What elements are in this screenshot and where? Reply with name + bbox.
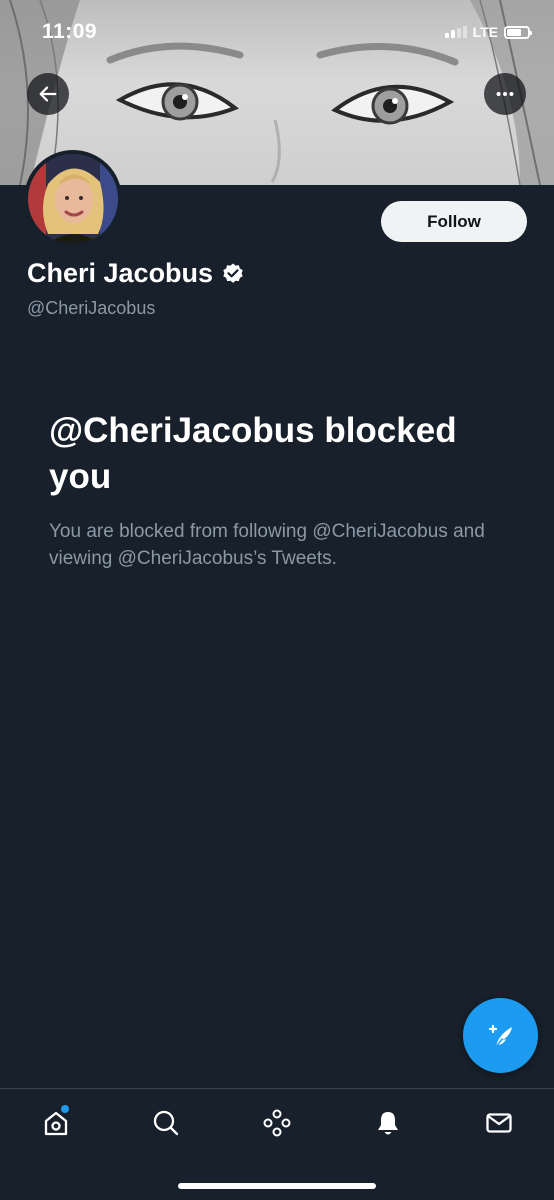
arrow-left-icon: [39, 86, 57, 102]
home-indicator[interactable]: [178, 1183, 376, 1189]
compose-tweet-button[interactable]: [463, 998, 538, 1073]
blocked-title: @CheriJacobus blocked you: [49, 411, 457, 496]
tab-search[interactable]: [146, 1103, 186, 1143]
ellipsis-icon: [496, 91, 514, 97]
signal-icon: [444, 26, 467, 38]
avatar-image: [28, 154, 118, 244]
status-time: 11:09: [42, 20, 98, 43]
verified-badge-icon[interactable]: [221, 262, 245, 286]
profile-avatar[interactable]: [24, 150, 122, 248]
more-options-button[interactable]: [484, 73, 526, 115]
display-name: Cheri Jacobus: [27, 258, 214, 288]
profile-screen: 11:09 LTE Follow Cheri Jacobus @CheriJac…: [0, 0, 554, 1200]
battery-icon: [504, 25, 532, 39]
mail-icon: [486, 1113, 512, 1133]
home-notification-dot: [61, 1105, 69, 1113]
spaces-icon: [263, 1109, 291, 1137]
blocked-description: You are blocked from following @CheriJac…: [49, 521, 485, 569]
status-indicators: LTE: [444, 24, 532, 40]
profile-handle: @CheriJacobus: [27, 298, 156, 318]
compose-tweet-icon: [488, 1024, 512, 1048]
tab-messages[interactable]: [479, 1103, 519, 1143]
search-icon: [153, 1110, 179, 1136]
tab-spaces[interactable]: [257, 1103, 297, 1143]
follow-button[interactable]: Follow: [381, 201, 527, 242]
network-label: LTE: [472, 24, 498, 40]
bell-icon: [378, 1112, 398, 1135]
back-button[interactable]: [27, 73, 69, 115]
profile-name-row: Cheri Jacobus: [27, 258, 245, 289]
tab-notifications[interactable]: [368, 1103, 408, 1143]
battery-level: [507, 28, 521, 36]
tab-home[interactable]: [36, 1103, 76, 1143]
